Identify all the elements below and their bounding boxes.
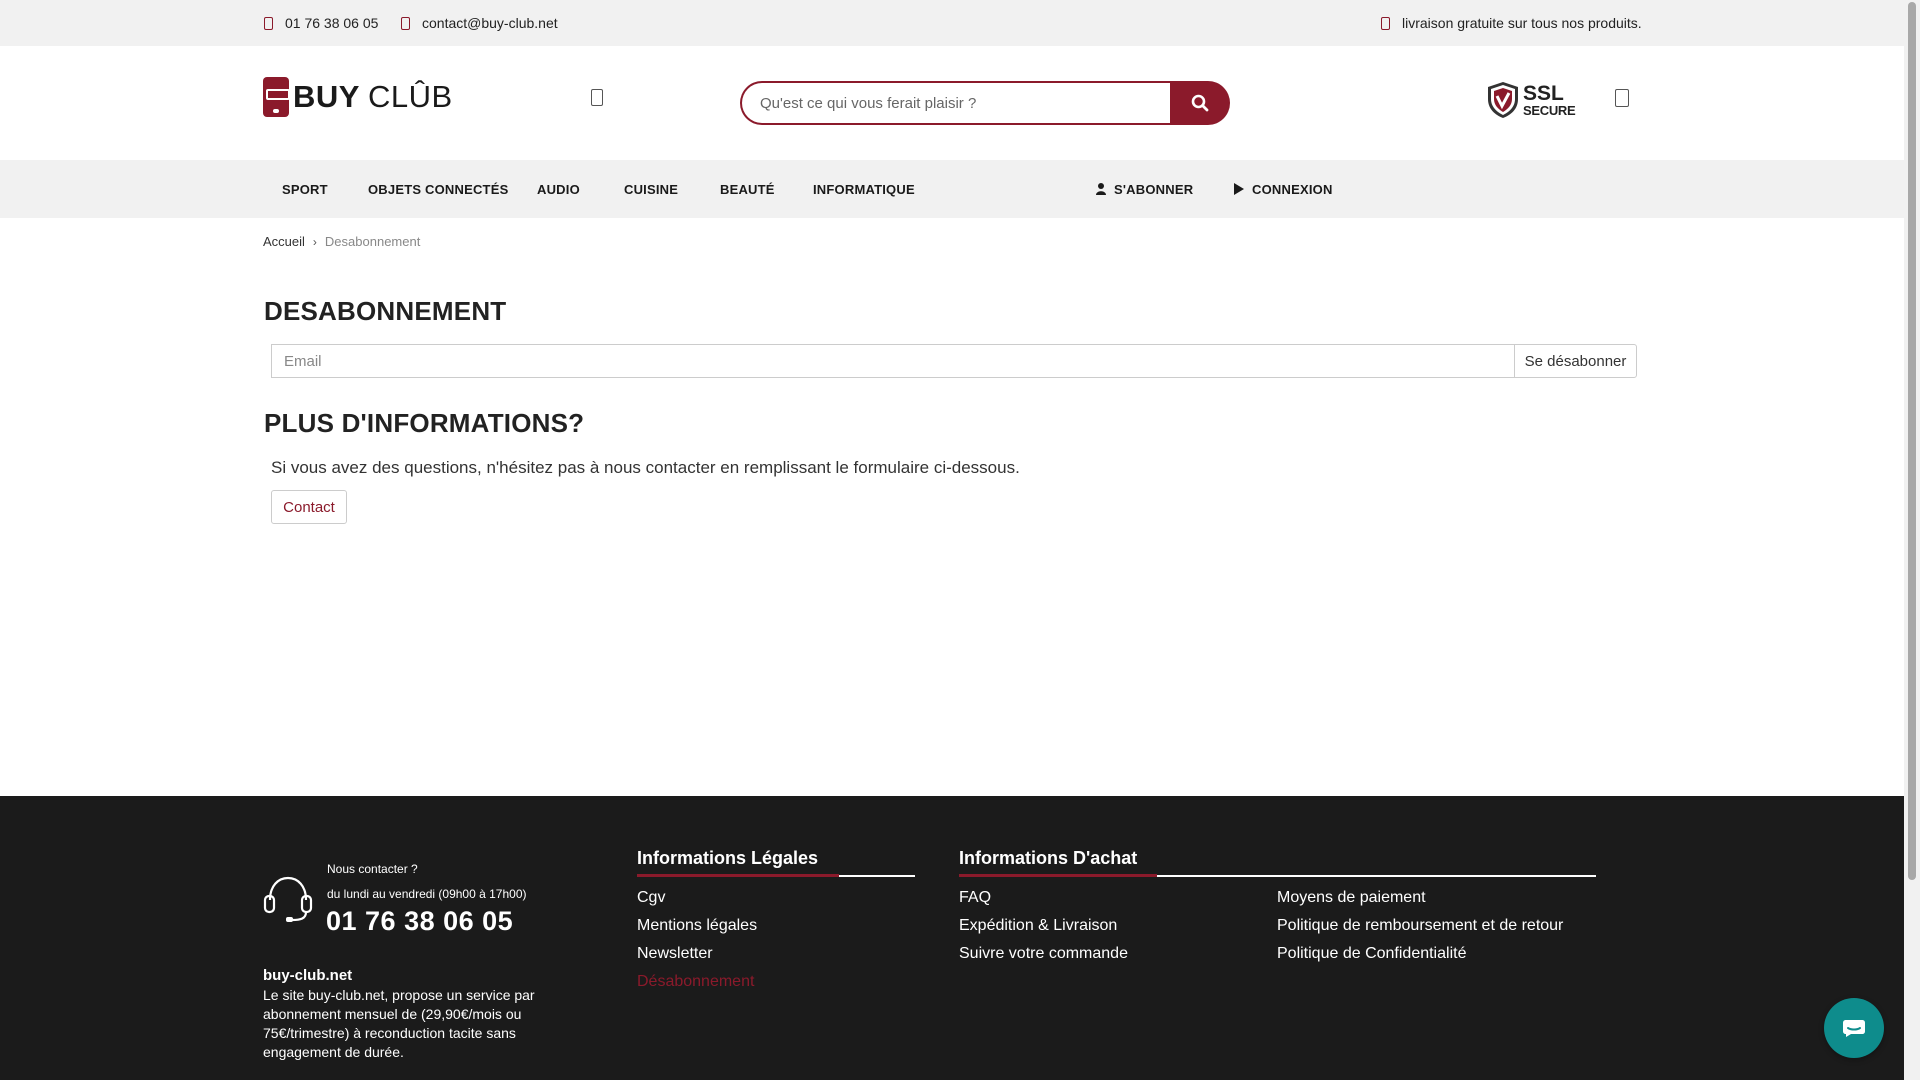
site-logo[interactable]: BUY CLÛB	[263, 76, 453, 118]
topbar-phone-text: 01 76 38 06 05	[285, 15, 379, 31]
phone-icon	[264, 16, 273, 30]
footer-link-confidentialite[interactable]: Politique de Confidentialité	[1277, 945, 1466, 963]
page-title: DESABONNEMENT	[264, 296, 507, 326]
breadcrumb: Accueil › Desabonnement	[263, 234, 420, 249]
footer-link-newsletter[interactable]: Newsletter	[637, 945, 713, 963]
footer-link-mentions[interactable]: Mentions légales	[637, 917, 757, 935]
footer-link-suivi[interactable]: Suivre votre commande	[959, 945, 1128, 963]
site-footer: Nous contacter ? du lundi au vendredi (0…	[0, 796, 1904, 1080]
menu-toggle-icon[interactable]	[591, 89, 603, 106]
footer-link-paiement[interactable]: Moyens de paiement	[1277, 889, 1426, 907]
ssl-title: SSL	[1523, 82, 1564, 105]
footer-purchase-title: Informations D'achat	[959, 848, 1138, 868]
nav-audio[interactable]: AUDIO	[537, 160, 580, 218]
footer-link-faq[interactable]: FAQ	[959, 889, 991, 907]
cart-icon[interactable]	[1615, 89, 1629, 107]
footer-link-expedition[interactable]: Expédition & Livraison	[959, 917, 1117, 935]
search-icon	[1191, 94, 1209, 112]
chat-widget-button[interactable]	[1824, 998, 1884, 1058]
info-text: Si vous avez des questions, n'hésitez pa…	[271, 458, 1020, 477]
scrollbar-thumb[interactable]	[1908, 2, 1916, 880]
top-bar: 01 76 38 06 05 contact@buy-club.net livr…	[0, 0, 1904, 46]
nav-cuisine[interactable]: CUISINE	[624, 160, 678, 218]
topbar-phone[interactable]: 01 76 38 06 05	[264, 0, 378, 46]
footer-site-name: buy-club.net	[263, 967, 353, 984]
main-nav: SPORT OBJETS CONNECTÉS AUDIO CUISINE BEA…	[0, 160, 1904, 218]
search-button[interactable]	[1170, 81, 1230, 125]
mail-icon	[401, 16, 410, 30]
search-form	[740, 81, 1230, 125]
shield-icon	[1488, 82, 1518, 118]
ssl-badge: SSL SECURE	[1486, 80, 1576, 120]
headset-icon	[263, 876, 313, 922]
footer-link-desabonnement[interactable]: Désabonnement	[637, 973, 754, 991]
footer-phone[interactable]: 01 76 38 06 05	[326, 906, 513, 937]
truck-icon	[1381, 16, 1390, 30]
page-scrollbar[interactable]	[1904, 0, 1920, 1080]
nav-login-label: CONNEXION	[1252, 181, 1333, 197]
play-icon	[1234, 183, 1244, 195]
site-header: BUY CLÛB SSL SECURE	[0, 46, 1904, 160]
email-field[interactable]	[271, 344, 1514, 378]
logo-buy: BUY	[293, 79, 360, 114]
nav-subscribe[interactable]: S'ABONNER	[1096, 160, 1193, 218]
nav-beaute[interactable]: BEAUTÉ	[720, 160, 775, 218]
footer-purchase-accent	[959, 874, 1157, 877]
nav-objets-connectes[interactable]: OBJETS CONNECTÉS	[368, 160, 508, 218]
nav-sport[interactable]: SPORT	[282, 160, 328, 218]
user-icon	[1096, 183, 1106, 195]
more-info-title: PLUS D'INFORMATIONS?	[264, 408, 585, 438]
breadcrumb-current: Desabonnement	[324, 234, 421, 249]
breadcrumb-home[interactable]: Accueil	[263, 234, 305, 249]
topbar-shipping: livraison gratuite sur tous nos produits…	[1381, 0, 1642, 46]
footer-description: Le site buy-club.net, propose un service…	[263, 987, 535, 1060]
footer-legal-title: Informations Légales	[637, 848, 819, 868]
topbar-email-text: contact@buy-club.net	[422, 15, 558, 31]
contact-button[interactable]: Contact	[271, 490, 347, 524]
topbar-shipping-text: livraison gratuite sur tous nos produits…	[1402, 15, 1642, 31]
topbar-email[interactable]: contact@buy-club.net	[401, 0, 558, 46]
nav-informatique[interactable]: INFORMATIQUE	[813, 160, 915, 218]
footer-contact-question: Nous contacter ?	[327, 862, 418, 876]
footer-link-remboursement[interactable]: Politique de remboursement et de retour	[1277, 917, 1563, 935]
footer-legal-accent	[637, 874, 839, 877]
nav-subscribe-label: S'ABONNER	[1114, 181, 1194, 197]
ssl-subtitle: SECURE	[1523, 103, 1576, 118]
unsubscribe-form: Se désabonner	[271, 344, 1637, 378]
nav-login[interactable]: CONNEXION	[1234, 160, 1333, 218]
footer-hours: du lundi au vendredi (09h00 à 17h00)	[327, 887, 527, 901]
footer-link-cgv[interactable]: Cgv	[637, 889, 665, 907]
chat-icon	[1843, 1020, 1865, 1037]
search-input[interactable]	[740, 81, 1170, 125]
logo-mark-icon	[263, 77, 290, 117]
unsubscribe-button[interactable]: Se désabonner	[1514, 344, 1637, 378]
breadcrumb-separator: ›	[312, 234, 317, 249]
logo-club: CLÛB	[367, 79, 453, 114]
